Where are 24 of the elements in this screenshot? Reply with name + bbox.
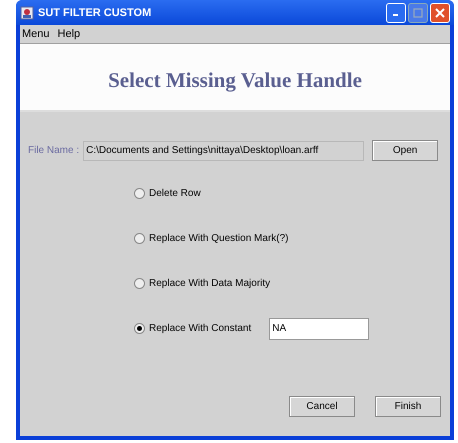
radio-button[interactable] — [134, 233, 145, 244]
app-icon — [20, 6, 34, 20]
radio-button[interactable] — [134, 323, 145, 334]
minimize-button[interactable] — [386, 2, 406, 22]
maximize-button[interactable] — [408, 2, 428, 22]
radio-option[interactable]: Replace With Question Mark(?) — [134, 233, 288, 244]
radio-option[interactable]: Delete Row — [134, 188, 201, 199]
dialog-button[interactable]: Finish — [375, 396, 441, 417]
close-button[interactable] — [430, 2, 450, 22]
file-path-field[interactable]: C:\Documents and Settings\nittaya\Desktop\loan.arff — [83, 140, 364, 160]
open-button[interactable]: Open — [372, 140, 438, 161]
dialog-button[interactable]: Cancel — [289, 396, 355, 417]
menu-item[interactable]: Menu — [22, 28, 50, 40]
close-icon — [435, 8, 445, 18]
constant-field[interactable]: NA — [269, 318, 370, 340]
page-heading: Select Missing Value Handle — [108, 66, 362, 92]
radio-button[interactable] — [134, 278, 145, 289]
maximize-icon — [413, 8, 423, 18]
window-title: SUT FILTER CUSTOM — [38, 6, 152, 18]
menu-item[interactable]: Help — [58, 28, 80, 40]
file-name-label: File Name : — [28, 145, 80, 156]
radio-option[interactable]: Replace With Constant — [134, 323, 252, 334]
radio-button[interactable] — [134, 188, 145, 199]
radio-option[interactable]: Replace With Data Majority — [134, 278, 270, 289]
